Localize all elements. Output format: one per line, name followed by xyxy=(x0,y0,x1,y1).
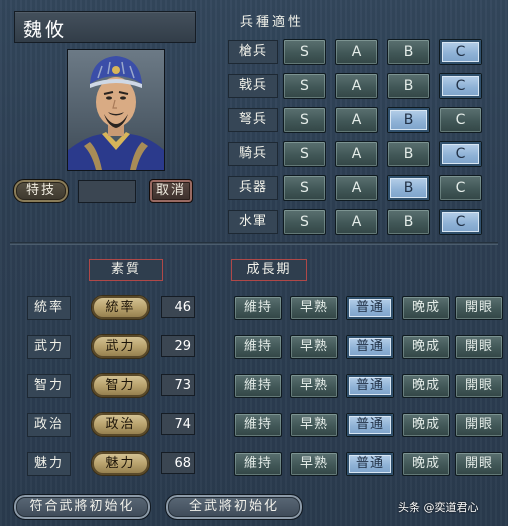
aptitude-navy-A[interactable]: A xyxy=(335,209,378,235)
growth-header: 成長期 xyxy=(231,259,307,281)
growth-charm-maintain[interactable]: 維持 xyxy=(234,452,282,476)
stat-value-politics[interactable]: 74 xyxy=(161,413,195,435)
growth-politics-early[interactable]: 早熟 xyxy=(290,413,338,437)
growth-war-late[interactable]: 晚成 xyxy=(402,335,450,359)
quality-header: 素質 xyxy=(89,259,163,281)
aptitude-halberd-A[interactable]: A xyxy=(335,73,378,99)
growth-leadership-maintain[interactable]: 維持 xyxy=(234,296,282,320)
aptitude-navy-C[interactable]: C xyxy=(439,209,482,235)
aptitude-halberd-C[interactable]: C xyxy=(439,73,482,99)
troop-label-siege: 兵器 xyxy=(228,176,278,200)
growth-politics-maintain[interactable]: 維持 xyxy=(234,413,282,437)
troop-label-crossbow: 弩兵 xyxy=(228,108,278,132)
aptitude-siege-C[interactable]: C xyxy=(439,175,482,201)
aptitude-spear-S[interactable]: S xyxy=(283,39,326,65)
growth-leadership-early[interactable]: 早熟 xyxy=(290,296,338,320)
aptitude-siege-S[interactable]: S xyxy=(283,175,326,201)
troop-label-navy: 水軍 xyxy=(228,210,278,234)
aptitude-crossbow-C[interactable]: C xyxy=(439,107,482,133)
growth-intelligence-early[interactable]: 早熟 xyxy=(290,374,338,398)
stat-label-politics: 政治 xyxy=(27,413,71,437)
stat-value-war[interactable]: 29 xyxy=(161,335,195,357)
reset-all-button[interactable]: 全武將初始化 xyxy=(165,494,303,520)
special-skill-field xyxy=(78,180,136,203)
aptitude-spear-C[interactable]: C xyxy=(439,39,482,65)
stat-label-charm: 魅力 xyxy=(27,452,71,476)
growth-politics-awaken[interactable]: 開眼 xyxy=(455,413,503,437)
growth-intelligence-late[interactable]: 晚成 xyxy=(402,374,450,398)
aptitude-title: 兵種適性 xyxy=(240,15,305,30)
general-portrait xyxy=(67,49,165,171)
stat-button-intelligence[interactable]: 智力 xyxy=(91,373,150,398)
stat-button-charm[interactable]: 魅力 xyxy=(91,451,150,476)
growth-war-early[interactable]: 早熟 xyxy=(290,335,338,359)
growth-politics-normal[interactable]: 普通 xyxy=(346,413,394,437)
aptitude-halberd-B[interactable]: B xyxy=(387,73,430,99)
growth-charm-early[interactable]: 早熟 xyxy=(290,452,338,476)
growth-politics-late[interactable]: 晚成 xyxy=(402,413,450,437)
cancel-button[interactable]: 取消 xyxy=(149,179,193,203)
aptitude-spear-B[interactable]: B xyxy=(387,39,430,65)
portrait-image xyxy=(68,50,164,170)
stat-value-intelligence[interactable]: 73 xyxy=(161,374,195,396)
watermark: 头条 @奕道君心 xyxy=(398,501,479,514)
aptitude-cavalry-A[interactable]: A xyxy=(335,141,378,167)
growth-war-normal[interactable]: 普通 xyxy=(346,335,394,359)
section-divider xyxy=(10,242,498,245)
stat-label-leadership: 統率 xyxy=(27,296,71,320)
stat-value-leadership[interactable]: 46 xyxy=(161,296,195,318)
special-skill-button[interactable]: 特技 xyxy=(13,179,69,203)
aptitude-navy-S[interactable]: S xyxy=(283,209,326,235)
stat-label-intelligence: 智力 xyxy=(27,374,71,398)
troop-label-cavalry: 騎兵 xyxy=(228,142,278,166)
troop-label-spear: 槍兵 xyxy=(228,40,278,64)
aptitude-crossbow-B[interactable]: B xyxy=(387,107,430,133)
stat-value-charm[interactable]: 68 xyxy=(161,452,195,474)
aptitude-crossbow-S[interactable]: S xyxy=(283,107,326,133)
growth-charm-awaken[interactable]: 開眼 xyxy=(455,452,503,476)
aptitude-halberd-S[interactable]: S xyxy=(283,73,326,99)
aptitude-navy-B[interactable]: B xyxy=(387,209,430,235)
stat-label-war: 武力 xyxy=(27,335,71,359)
growth-charm-late[interactable]: 晚成 xyxy=(402,452,450,476)
stat-button-leadership[interactable]: 統率 xyxy=(91,295,150,320)
troop-label-halberd: 戟兵 xyxy=(228,74,278,98)
aptitude-cavalry-C[interactable]: C xyxy=(439,141,482,167)
aptitude-cavalry-S[interactable]: S xyxy=(283,141,326,167)
aptitude-spear-A[interactable]: A xyxy=(335,39,378,65)
stat-button-war[interactable]: 武力 xyxy=(91,334,150,359)
growth-intelligence-maintain[interactable]: 維持 xyxy=(234,374,282,398)
growth-leadership-late[interactable]: 晚成 xyxy=(402,296,450,320)
growth-leadership-awaken[interactable]: 開眼 xyxy=(455,296,503,320)
growth-intelligence-awaken[interactable]: 開眼 xyxy=(455,374,503,398)
general-name-box: 魏攸 xyxy=(14,11,196,43)
growth-leadership-normal[interactable]: 普通 xyxy=(346,296,394,320)
growth-charm-normal[interactable]: 普通 xyxy=(346,452,394,476)
general-name: 魏攸 xyxy=(23,19,68,41)
aptitude-cavalry-B[interactable]: B xyxy=(387,141,430,167)
stat-button-politics[interactable]: 政治 xyxy=(91,412,150,437)
aptitude-siege-A[interactable]: A xyxy=(335,175,378,201)
growth-war-awaken[interactable]: 開眼 xyxy=(455,335,503,359)
aptitude-crossbow-A[interactable]: A xyxy=(335,107,378,133)
reset-default-button[interactable]: 符合武將初始化 xyxy=(13,494,151,520)
aptitude-siege-B[interactable]: B xyxy=(387,175,430,201)
growth-intelligence-normal[interactable]: 普通 xyxy=(346,374,394,398)
growth-war-maintain[interactable]: 維持 xyxy=(234,335,282,359)
